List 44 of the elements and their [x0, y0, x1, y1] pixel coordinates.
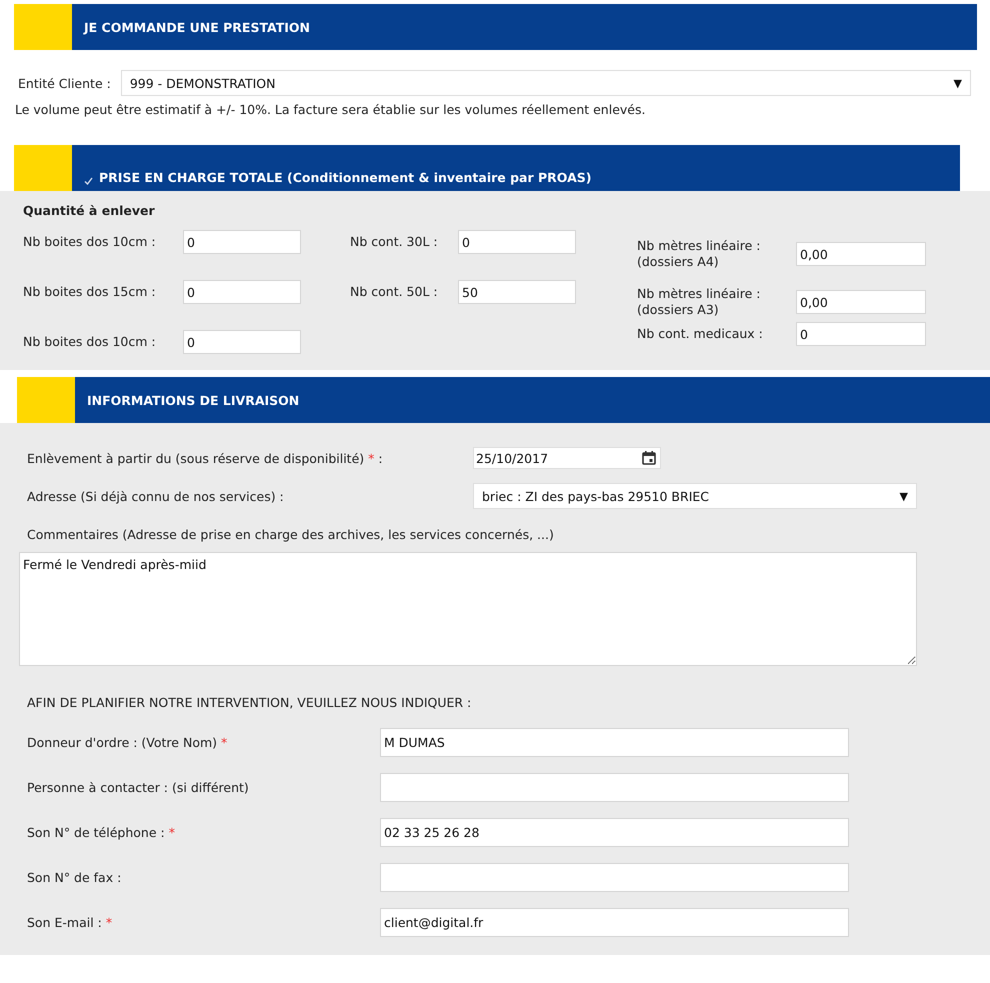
section-title: PRISE EN CHARGE TOTALE (Conditionnement & inventaire par PROAS) — [99, 170, 592, 185]
banner-accent — [17, 377, 75, 423]
input-field[interactable]: 0,00 — [796, 242, 926, 266]
section-title: JE COMMANDE UNE PRESTATION — [84, 20, 310, 34]
section-title: INFORMATIONS DE LIVRAISON — [87, 392, 300, 408]
field-label: Nb mètres linéaire : (dossiers A4) — [637, 238, 762, 270]
input-field[interactable]: 50 — [458, 280, 576, 304]
field-label: Nb boites dos 15cm : — [23, 284, 157, 300]
field-label: Son N° de fax : — [27, 870, 122, 885]
input-field[interactable]: M DUMAS — [380, 728, 849, 757]
input-field[interactable] — [380, 863, 849, 892]
date-field[interactable]: 25/10/2017 — [473, 447, 661, 469]
field-label: Nb cont. medicaux : — [637, 326, 764, 342]
field-label: Nb boites dos 10cm : — [23, 234, 157, 250]
field-label: Personne à contacter : (si différent) — [27, 780, 250, 795]
field-label: Adresse (Si déjà connu de nos services) : — [27, 488, 285, 504]
input-field[interactable] — [380, 773, 849, 802]
field-label: Nb cont. 30L : — [350, 234, 439, 250]
banner-accent — [14, 145, 72, 191]
subsection-title: Quantité à enlever — [23, 203, 156, 218]
input-field[interactable]: 0 — [796, 322, 926, 346]
input-field[interactable]: 0 — [183, 330, 301, 354]
input-field[interactable]: 0 — [458, 230, 576, 254]
field-label: Nb boites dos 10cm : — [23, 334, 157, 350]
field-label: Son N° de téléphone : * — [27, 825, 176, 840]
field-label: Nb mètres linéaire : (dossiers A3) — [637, 286, 762, 318]
input-field[interactable]: 0 — [183, 230, 301, 254]
info-text: Le volume peut être estimatif à +/- 10%. La facture sera établie sur les volumes réellement enlevés. — [15, 102, 646, 117]
input-field[interactable]: 0 — [183, 280, 301, 304]
input-field[interactable]: 0,00 — [796, 290, 926, 314]
comment-box[interactable]: Fermé le Vendredi après-miid — [19, 552, 917, 666]
field-label: Donneur d'ordre : (Votre Nom) * — [27, 735, 228, 750]
input-field[interactable]: 02 33 25 26 28 — [380, 818, 849, 847]
calendar-icon[interactable] — [642, 451, 656, 465]
field-label: Enlèvement à partir du (sous réserve de disponibilité) * : — [27, 450, 384, 466]
input-field[interactable]: client@digital.fr — [380, 908, 849, 937]
dropdown[interactable]: 999 - DEMONSTRATION ▼ — [120, 70, 971, 96]
dropdown[interactable]: briec : ZI des pays-bas 29510 BRIEC ▼ — [473, 483, 917, 509]
instruction-heading: AFIN DE PLANIFIER NOTRE INTERVENTION, VEUILLEZ NOUS INDIQUER : — [27, 695, 472, 710]
field-label: Entité Cliente : — [18, 76, 111, 90]
field-label: Nb cont. 50L : — [350, 284, 439, 300]
field-label: Son E-mail : * — [27, 915, 114, 930]
banner-accent — [14, 4, 72, 50]
field-label: Commentaires (Adresse de prise en charge des archives, les services concernés, ...) — [27, 527, 555, 542]
